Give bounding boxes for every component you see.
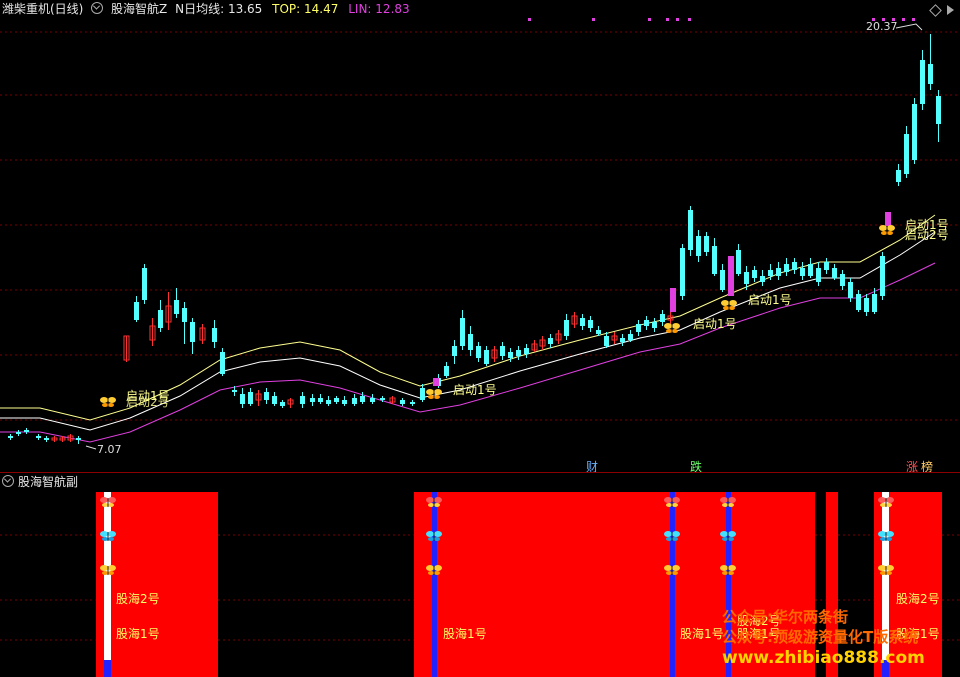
butterfly-icon: [728, 571, 734, 575]
butterfly-icon: [672, 537, 678, 541]
butterfly-icon: [720, 531, 728, 537]
butterfly-icon: [728, 531, 736, 537]
butterfly-icon: [428, 503, 434, 507]
butterfly-icon: [426, 565, 434, 571]
butterfly-icon: [108, 571, 114, 575]
butterfly-icon: [428, 571, 434, 575]
butterfly-icon: [722, 537, 728, 541]
butterfly-icon: [100, 497, 108, 503]
butterfly-icon: [666, 503, 672, 507]
watermark-2: 公众号:顶级游资量化T版系统: [722, 628, 919, 646]
butterfly-icon: [434, 565, 442, 571]
butterfly-icon: [880, 571, 886, 575]
sub-label-gh1-b: 股海1号: [443, 627, 487, 641]
butterfly-icon: [434, 531, 442, 537]
butterfly-icon: [100, 565, 108, 571]
butterfly-icon: [664, 497, 672, 503]
butterfly-icon: [100, 531, 108, 537]
butterfly-icon: [102, 537, 108, 541]
butterfly-icon: [878, 565, 886, 571]
butterfly-icon: [880, 537, 886, 541]
butterfly-icon: [664, 531, 672, 537]
butterfly-icon: [666, 571, 672, 575]
butterfly-icon: [728, 497, 736, 503]
butterfly-icon: [108, 497, 116, 503]
blue-stripe: [670, 492, 675, 677]
white-stripe: [104, 492, 111, 677]
butterfly-icon: [672, 531, 680, 537]
butterfly-icon: [434, 537, 440, 541]
butterfly-icon: [880, 503, 886, 507]
butterfly-icon: [878, 497, 886, 503]
butterfly-icon: [728, 537, 734, 541]
butterfly-icon: [666, 537, 672, 541]
butterfly-icon: [672, 565, 680, 571]
butterfly-icon: [108, 503, 114, 507]
butterfly-icon: [426, 497, 434, 503]
butterfly-icon: [108, 531, 116, 537]
butterfly-icon: [886, 503, 892, 507]
butterfly-icon: [426, 531, 434, 537]
butterfly-icon: [664, 565, 672, 571]
butterfly-icon: [108, 537, 114, 541]
butterfly-icon: [886, 537, 892, 541]
butterfly-icon: [672, 497, 680, 503]
butterfly-icon: [728, 565, 736, 571]
butterfly-icon: [102, 503, 108, 507]
butterfly-icon: [434, 571, 440, 575]
butterfly-icon: [878, 531, 886, 537]
butterfly-icon: [886, 565, 894, 571]
butterfly-icon: [102, 571, 108, 575]
signal-block: [96, 492, 218, 677]
butterfly-icon: [722, 503, 728, 507]
butterfly-icon: [720, 565, 728, 571]
sub-indicator-chart[interactable]: [0, 0, 960, 677]
butterfly-icon: [672, 503, 678, 507]
butterfly-icon: [108, 565, 116, 571]
sub-label-gh1-c: 股海1号: [680, 627, 724, 641]
blue-stripe: [432, 492, 437, 677]
watermark-1: 公众号:华尔两条街: [722, 608, 848, 626]
butterfly-icon: [720, 497, 728, 503]
watermark-3: www.zhibiao888.com: [722, 648, 925, 668]
butterfly-icon: [886, 531, 894, 537]
butterfly-icon: [886, 497, 894, 503]
butterfly-icon: [434, 497, 442, 503]
butterfly-icon: [434, 503, 440, 507]
sub-label-gh1-a: 股海1号: [116, 627, 160, 641]
butterfly-icon: [672, 571, 678, 575]
butterfly-icon: [722, 571, 728, 575]
butterfly-icon: [886, 571, 892, 575]
butterfly-icon: [728, 503, 734, 507]
butterfly-icon: [428, 537, 434, 541]
sub-label-gh2-a: 股海2号: [116, 592, 160, 606]
sub-label-gh2-e: 股海2号: [896, 592, 940, 606]
blue-stripe: [104, 660, 111, 677]
